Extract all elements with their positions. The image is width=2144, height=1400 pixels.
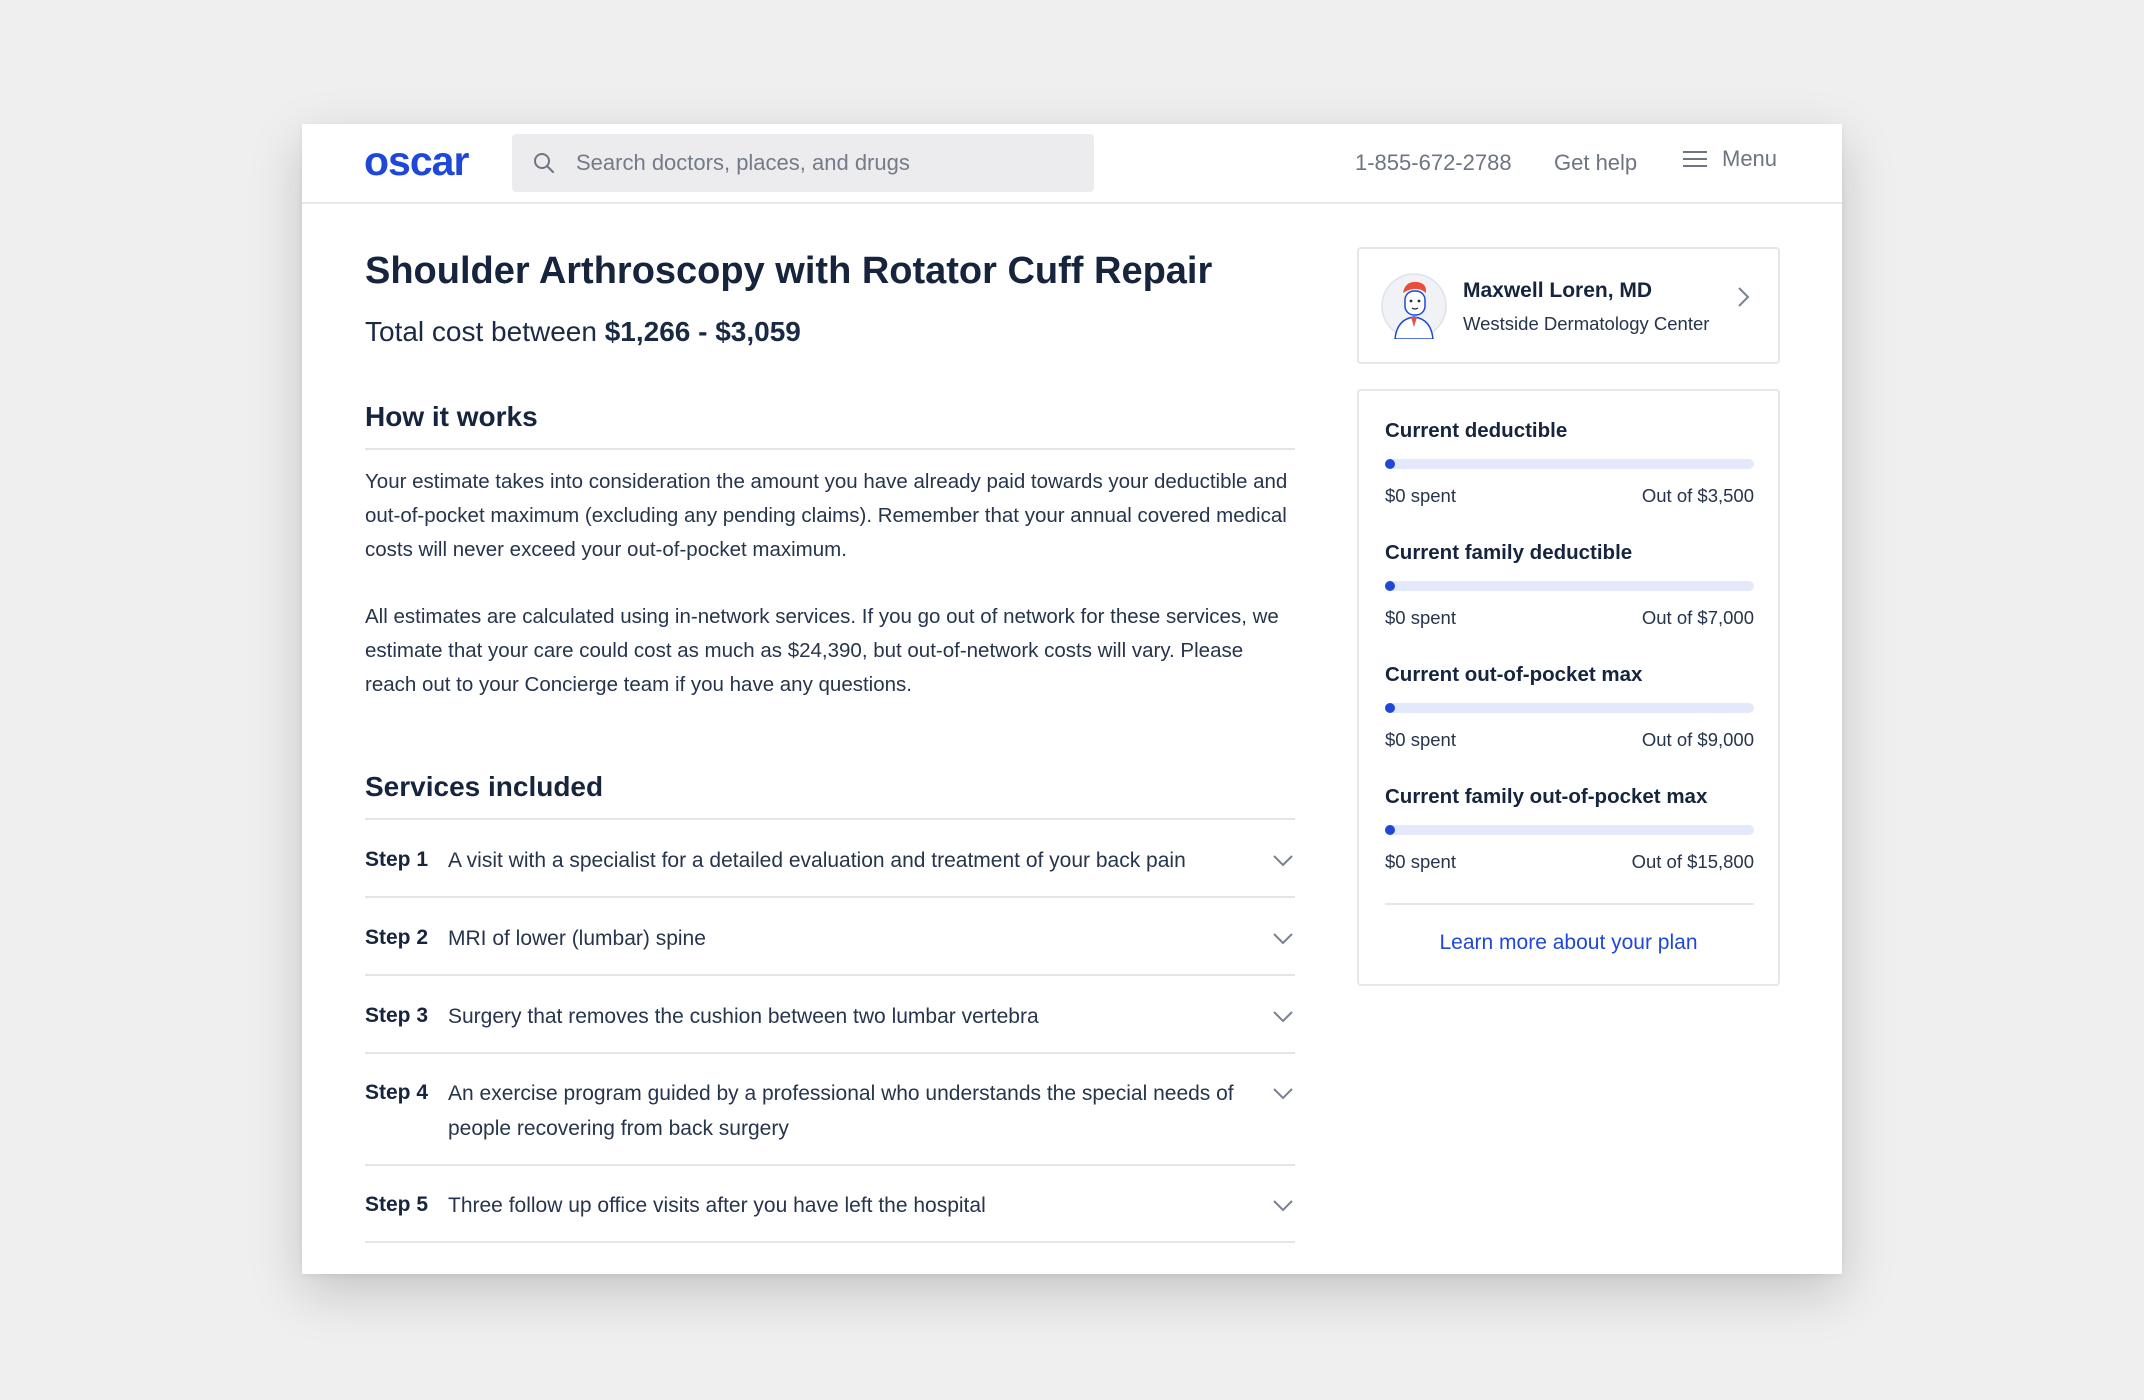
- progress-fill: [1385, 581, 1395, 591]
- doctor-card[interactable]: Maxwell Loren, MD Westside Dermatology C…: [1357, 247, 1780, 364]
- progress-fill: [1385, 703, 1395, 713]
- step-description: Three follow up office visits after you …: [448, 1194, 986, 1217]
- doctor-name: Maxwell Loren, MD: [1463, 279, 1653, 302]
- progress-fill: [1385, 825, 1395, 835]
- metric-label: Current deductible: [1385, 419, 1568, 442]
- plan-summary-card: Current deductible $0 spent Out of $3,50…: [1357, 389, 1780, 986]
- metric-limit: Out of $15,800: [1631, 851, 1754, 872]
- chevron-down-icon[interactable]: [1273, 1088, 1293, 1100]
- step-description: A visit with a specialist for a detailed…: [448, 849, 1186, 872]
- page-title: Shoulder Arthroscopy with Rotator Cuff R…: [365, 250, 1213, 292]
- step-row-2[interactable]: Step 2 MRI of lower (lumbar) spine: [365, 921, 1295, 956]
- chevron-down-icon[interactable]: [1273, 933, 1293, 945]
- metric-limit: Out of $3,500: [1641, 485, 1754, 506]
- step-description: An exercise program guided by a professi…: [448, 1082, 1234, 1140]
- progress-fill: [1385, 459, 1395, 469]
- metric-spent: $0 spent: [1385, 851, 1456, 872]
- divider: [365, 818, 1295, 820]
- step-row-5[interactable]: Step 5 Three follow up office visits aft…: [365, 1188, 1295, 1223]
- divider: [365, 974, 1295, 976]
- total-cost: Total cost between $1,266 - $3,059: [365, 316, 801, 348]
- metric-spent: $0 spent: [1385, 607, 1456, 628]
- hamburger-icon: [1683, 151, 1707, 167]
- total-cost-range: $1,266 - $3,059: [604, 316, 801, 347]
- app-window: oscar 1-855-672-2788 Get help Menu Shoul…: [302, 124, 1842, 1274]
- menu-button[interactable]: Menu: [1682, 146, 1777, 172]
- search-icon: [534, 153, 554, 173]
- step-label: Step 1: [365, 848, 429, 871]
- metric-label: Current family out-of-pocket max: [1385, 785, 1708, 808]
- learn-more-plan-link[interactable]: Learn more about your plan: [1359, 931, 1778, 955]
- metric-label: Current out-of-pocket max: [1385, 663, 1643, 686]
- progress-bar: [1385, 825, 1754, 835]
- chevron-down-icon[interactable]: [1273, 1011, 1293, 1023]
- step-label: Step 4: [365, 1081, 429, 1104]
- step-label: Step 2: [365, 926, 429, 949]
- metric-out-of-pocket: Current out-of-pocket max $0 spent Out o…: [1385, 663, 1754, 751]
- step-row-1[interactable]: Step 1 A visit with a specialist for a d…: [365, 843, 1295, 878]
- divider: [365, 1164, 1295, 1166]
- menu-label: Menu: [1722, 146, 1778, 171]
- metric-deductible: Current deductible $0 spent Out of $3,50…: [1385, 419, 1754, 507]
- estimate-paragraph: Your estimate takes into consideration t…: [365, 470, 1288, 561]
- get-help-link[interactable]: Get help: [1554, 150, 1637, 176]
- search-input[interactable]: [576, 150, 1056, 176]
- progress-bar: [1385, 581, 1754, 591]
- step-label: Step 3: [365, 1004, 429, 1027]
- divider: [365, 448, 1295, 450]
- chevron-right-icon: [1738, 287, 1750, 307]
- how-it-works-heading: How it works: [365, 401, 538, 432]
- oscar-logo[interactable]: oscar: [364, 138, 469, 185]
- phone-number[interactable]: 1-855-672-2788: [1355, 150, 1512, 176]
- chevron-down-icon[interactable]: [1273, 855, 1293, 867]
- top-header: oscar 1-855-672-2788 Get help Menu: [302, 124, 1842, 204]
- step-row-3[interactable]: Step 3 Surgery that removes the cushion …: [365, 999, 1295, 1034]
- network-paragraph: All estimates are calculated using in-ne…: [365, 605, 1279, 696]
- metric-label: Current family deductible: [1385, 541, 1633, 564]
- metric-spent: $0 spent: [1385, 729, 1456, 750]
- step-description: Surgery that removes the cushion between…: [448, 1005, 1039, 1028]
- divider: [365, 1241, 1295, 1243]
- step-description: MRI of lower (lumbar) spine: [448, 927, 706, 950]
- metric-family-out-of-pocket: Current family out-of-pocket max $0 spen…: [1385, 785, 1754, 873]
- doctor-avatar: [1381, 273, 1447, 339]
- divider: [365, 896, 1295, 898]
- metric-spent: $0 spent: [1385, 485, 1456, 506]
- divider: [365, 1052, 1295, 1054]
- progress-bar: [1385, 703, 1754, 713]
- metric-limit: Out of $9,000: [1641, 729, 1754, 750]
- search-bar[interactable]: [512, 134, 1094, 192]
- step-label: Step 5: [365, 1193, 429, 1216]
- chevron-down-icon[interactable]: [1273, 1200, 1293, 1212]
- metric-limit: Out of $7,000: [1641, 607, 1754, 628]
- progress-bar: [1385, 459, 1754, 469]
- metric-family-deductible: Current family deductible $0 spent Out o…: [1385, 541, 1754, 629]
- divider: [1385, 903, 1754, 905]
- doctor-location: Westside Dermatology Center: [1463, 313, 1710, 334]
- total-cost-prefix: Total cost between: [365, 316, 597, 347]
- step-row-4[interactable]: Step 4 An exercise program guided by a p…: [365, 1076, 1295, 1146]
- services-included-heading: Services included: [365, 771, 604, 802]
